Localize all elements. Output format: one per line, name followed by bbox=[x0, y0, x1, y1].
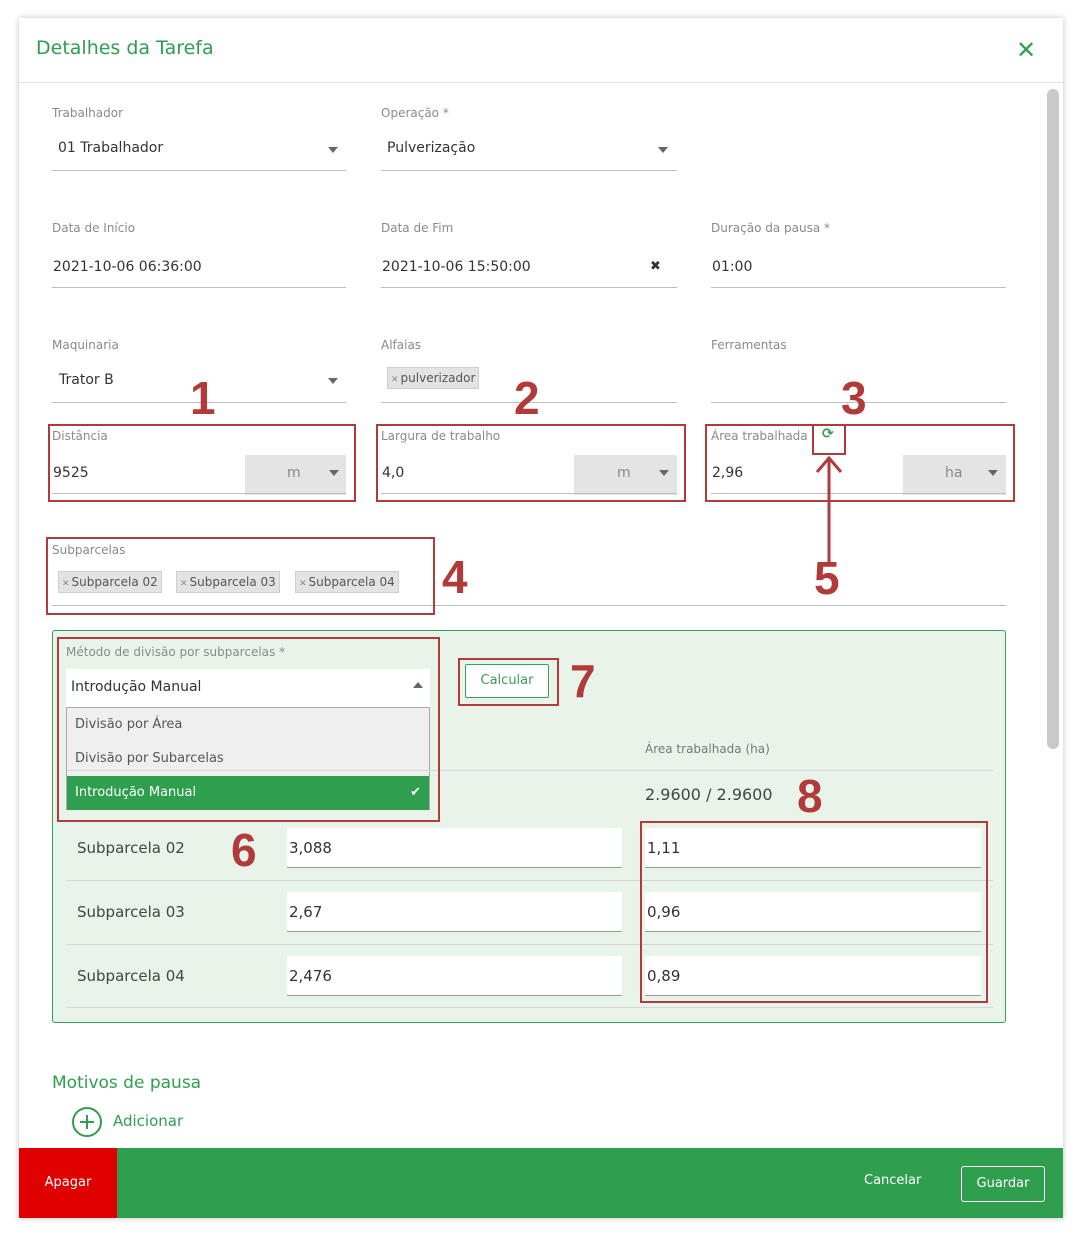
annotation-number: 1 bbox=[190, 372, 216, 424]
field-underline bbox=[711, 287, 1006, 288]
annotation-box-5 bbox=[812, 424, 846, 455]
chip-label: pulverizador bbox=[400, 371, 476, 385]
subplot-size-input[interactable]: 3,088 bbox=[287, 828, 622, 868]
end-date-label: Data de Fim bbox=[381, 221, 454, 235]
chevron-down-icon bbox=[328, 147, 338, 153]
worker-select[interactable]: Trabalhador 01 Trabalhador bbox=[52, 106, 346, 172]
dialog-header: Detalhes da Tarefa ✕ bbox=[19, 18, 1063, 83]
annotation-box-8 bbox=[640, 821, 988, 1003]
annotation-number: 7 bbox=[570, 655, 596, 707]
field-underline bbox=[52, 287, 346, 288]
operation-label: Operação * bbox=[381, 106, 449, 120]
add-pause-reason-link[interactable]: Adicionar bbox=[113, 1112, 183, 1130]
annotation-number: 6 bbox=[231, 824, 257, 876]
scrollbar[interactable] bbox=[1047, 89, 1059, 749]
machinery-value: Trator B bbox=[59, 372, 114, 388]
annotation-number: 4 bbox=[442, 551, 468, 603]
annotation-box-4 bbox=[46, 537, 435, 615]
machinery-label: Maquinaria bbox=[52, 338, 119, 352]
operation-select[interactable]: Operação * Pulverização bbox=[381, 106, 677, 172]
field-underline bbox=[381, 170, 677, 171]
annotation-box-1 bbox=[48, 424, 356, 502]
end-date-value: 2021-10-06 15:50:00 bbox=[382, 259, 531, 275]
pause-duration-field[interactable]: Duração da pausa * 01:00 bbox=[711, 221, 1006, 289]
chevron-down-icon bbox=[328, 378, 338, 384]
operation-value: Pulverização bbox=[387, 140, 476, 156]
task-details-dialog: Detalhes da Tarefa ✕ Trabalhador 01 Trab… bbox=[19, 18, 1063, 1218]
add-circle-icon[interactable] bbox=[72, 1107, 102, 1137]
annotation-number: 5 bbox=[814, 552, 840, 604]
implements-label: Alfaias bbox=[381, 338, 422, 352]
worker-label: Trabalhador bbox=[52, 106, 124, 120]
annotation-box-7 bbox=[458, 658, 559, 706]
field-underline bbox=[52, 170, 346, 171]
save-button[interactable]: Guardar bbox=[961, 1166, 1045, 1202]
subplot-row-name: Subparcela 04 bbox=[77, 967, 185, 985]
start-date-label: Data de Início bbox=[52, 221, 136, 235]
subplot-row-name: Subparcela 02 bbox=[77, 839, 185, 857]
pause-reasons-title: Motivos de pausa bbox=[52, 1073, 202, 1093]
area-total: 2.9600 / 2.9600 bbox=[645, 785, 773, 804]
dialog-footer: Apagar Cancelar Guardar bbox=[19, 1148, 1063, 1218]
annotation-number: 8 bbox=[797, 770, 823, 822]
start-date-field[interactable]: Data de Início 2021-10-06 06:36:00 bbox=[52, 221, 346, 289]
remove-icon[interactable]: ✕ bbox=[391, 375, 399, 385]
delete-button[interactable]: Apagar bbox=[19, 1148, 117, 1218]
start-date-value: 2021-10-06 06:36:00 bbox=[53, 259, 202, 275]
end-date-field[interactable]: Data de Fim 2021-10-06 15:50:00 ✖ bbox=[381, 221, 677, 289]
pause-duration-label: Duração da pausa * bbox=[711, 221, 831, 235]
row-divider bbox=[67, 1007, 993, 1008]
annotation-number: 2 bbox=[514, 372, 540, 424]
subplot-row-name: Subparcela 03 bbox=[77, 903, 185, 921]
pause-duration-value: 01:00 bbox=[712, 259, 753, 275]
dialog-title: Detalhes da Tarefa bbox=[36, 37, 214, 59]
subplot-size-input[interactable]: 2,67 bbox=[287, 892, 622, 932]
annotation-box-6 bbox=[57, 637, 440, 822]
field-underline bbox=[381, 287, 677, 288]
annotation-box-3 bbox=[705, 424, 1015, 502]
annotation-number: 3 bbox=[841, 372, 867, 424]
clear-icon[interactable]: ✖ bbox=[650, 259, 661, 274]
worked-area-column-header: Área trabalhada (ha) bbox=[645, 742, 770, 756]
annotation-box-2 bbox=[376, 424, 686, 502]
worker-value: 01 Trabalhador bbox=[58, 140, 164, 156]
chevron-down-icon bbox=[658, 147, 668, 153]
close-icon[interactable]: ✕ bbox=[1016, 38, 1036, 62]
tools-label: Ferramentas bbox=[711, 338, 787, 352]
subplot-size-input[interactable]: 2,476 bbox=[287, 956, 622, 996]
implement-chip[interactable]: ✕ pulverizador bbox=[387, 367, 480, 389]
annotation-arrow-icon bbox=[815, 455, 843, 562]
cancel-button[interactable]: Cancelar bbox=[864, 1173, 921, 1188]
